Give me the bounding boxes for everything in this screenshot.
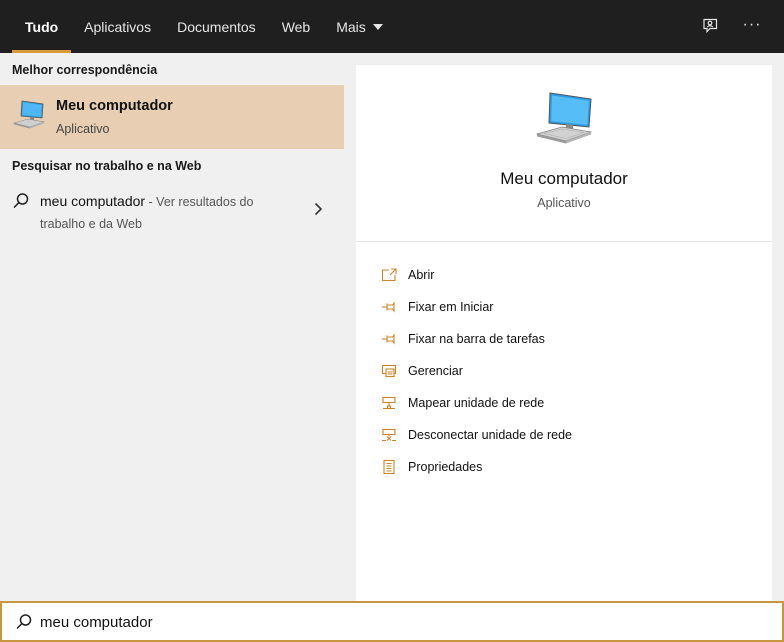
action-fixar-iniciar[interactable]: Fixar em Iniciar [380,291,572,323]
tab-label: Web [281,18,311,35]
web-result-query: meu computador [40,193,146,209]
feedback-icon[interactable] [699,15,721,37]
tab-label: Documentos [177,18,256,35]
disconnect-network-drive-icon [380,426,398,444]
tab-mais[interactable]: Mais [323,0,396,53]
filter-tabs: Tudo Aplicativos Documentos Web Mais [12,0,396,53]
results-panel: Melhor correspondência Meu computador Ap… [0,53,344,601]
action-abrir[interactable]: Abrir [380,259,572,291]
best-match-type: Aplicativo [56,122,110,136]
search-filter-bar: Tudo Aplicativos Documentos Web Mais ··· [0,0,784,53]
best-match-item[interactable]: Meu computador Aplicativo [0,85,344,149]
chevron-right-icon[interactable] [312,202,324,221]
action-fixar-barra[interactable]: Fixar na barra de tarefas [380,323,572,355]
tab-web[interactable]: Web [269,0,324,53]
computer-icon [535,91,594,150]
computer-icon [12,99,46,134]
action-label: Fixar em Iniciar [408,300,494,314]
action-label: Gerenciar [408,364,463,378]
tab-aplicativos[interactable]: Aplicativos [71,0,164,53]
action-label: Mapear unidade de rede [408,396,545,410]
search-box[interactable] [0,601,784,642]
tab-label: Mais [336,18,366,35]
web-search-heading: Pesquisar no trabalho e na Web [12,159,202,173]
search-input[interactable] [40,611,740,633]
best-match-name: Meu computador [56,98,173,114]
preview-title: Meu computador [500,169,628,188]
divider [356,241,772,242]
action-label: Desconectar unidade de rede [408,428,573,442]
more-options-icon[interactable]: ··· [741,14,763,36]
tab-tudo[interactable]: Tudo [12,0,72,53]
action-label: Fixar na barra de tarefas [408,332,545,346]
map-network-drive-icon [380,394,398,412]
best-match-heading: Melhor correspondência [12,63,158,77]
action-gerenciar[interactable]: Gerenciar [380,355,572,387]
search-icon [12,192,30,215]
action-label: Abrir [408,268,435,282]
preview-subtitle: Aplicativo [537,196,591,210]
action-label: Propriedades [408,460,483,474]
preview-panel: Meu computador Aplicativo Abrir Fixar em… [356,65,772,601]
chevron-down-icon [372,24,383,30]
tab-label: Tudo [25,18,59,35]
web-result-item[interactable]: meu computador - Ver resultados do traba… [0,187,344,237]
manage-icon [380,362,398,380]
pin-icon [380,298,398,316]
action-list: Abrir Fixar em Iniciar Fixar na barra de… [380,259,572,483]
action-desconectar-unidade[interactable]: Desconectar unidade de rede [380,419,572,451]
web-result-text: meu computador - Ver resultados do traba… [40,191,290,235]
pin-icon [380,330,398,348]
tab-documentos[interactable]: Documentos [164,0,269,53]
tab-label: Aplicativos [84,18,152,35]
action-mapear-unidade[interactable]: Mapear unidade de rede [380,387,572,419]
search-icon [15,613,33,636]
properties-icon [380,458,398,476]
action-propriedades[interactable]: Propriedades [380,451,572,483]
open-icon [380,266,398,284]
